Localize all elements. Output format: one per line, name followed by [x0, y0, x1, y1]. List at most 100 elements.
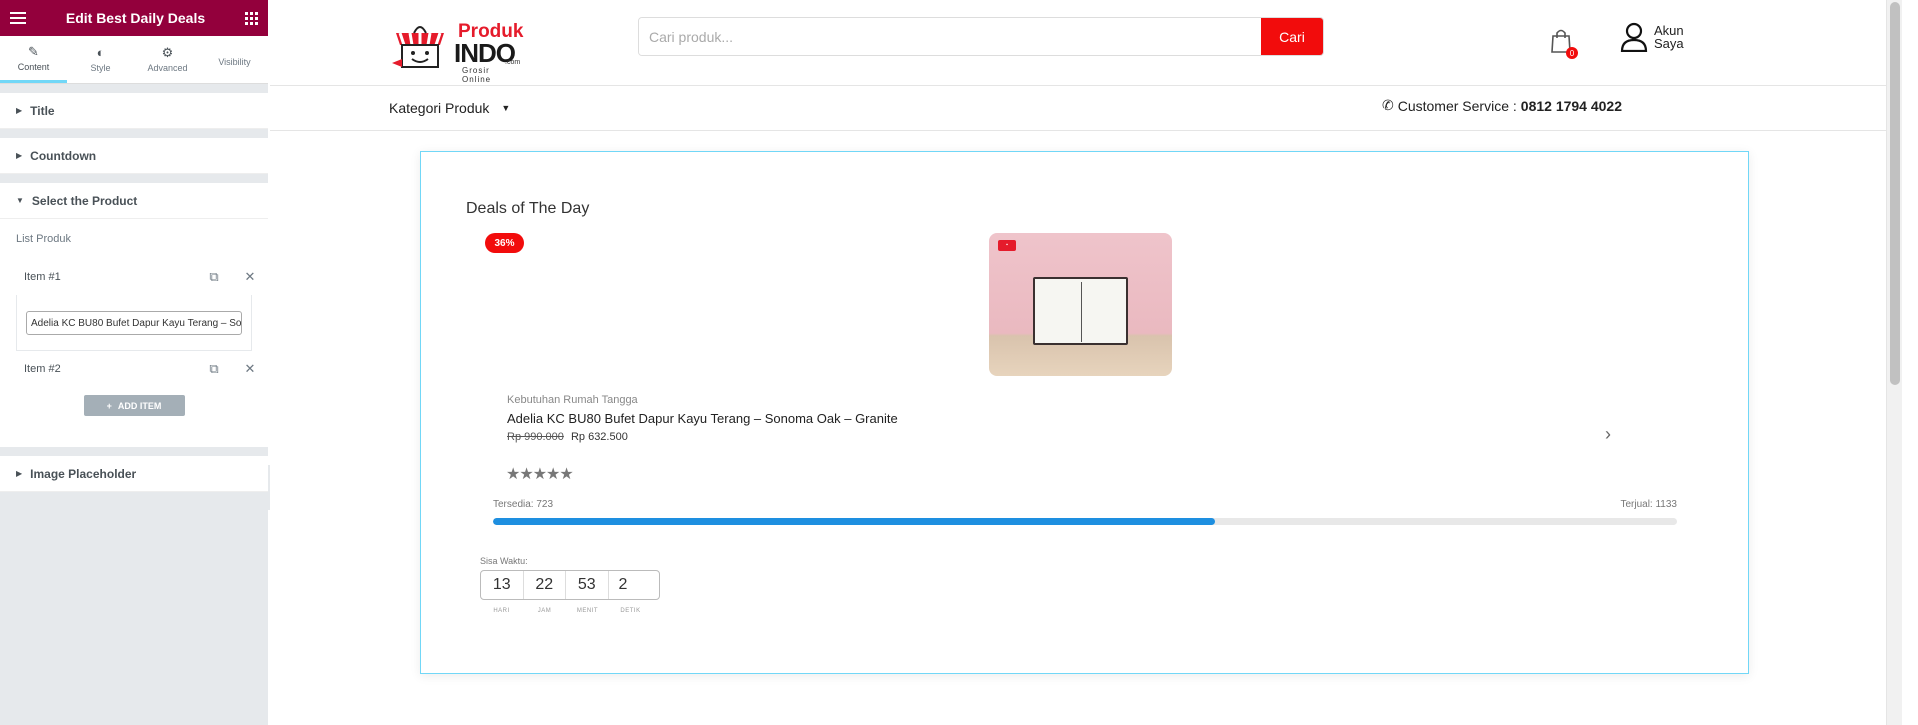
star-icon: ★	[559, 466, 573, 483]
section-label: Countdown	[30, 148, 97, 163]
item-label: Item #2	[24, 363, 61, 375]
old-price: Rp 990.000	[507, 431, 564, 443]
add-item-button[interactable]: + ADD ITEM	[83, 395, 185, 416]
star-icon: ★	[506, 466, 520, 483]
widgets-grid-icon[interactable]	[245, 11, 258, 25]
tab-style[interactable]: ◐ Style	[67, 36, 134, 83]
cs-number[interactable]: 0812 1794 4022	[1521, 98, 1622, 114]
customer-service: ✆ Customer Service : 0812 1794 4022	[1382, 97, 1622, 114]
tab-advanced[interactable]: ⚙ Advanced	[134, 36, 201, 83]
tab-visibility[interactable]: Visibility	[201, 36, 268, 83]
caret-down-icon: ▼	[501, 103, 511, 113]
countdown-timer: 13 22 53 2	[480, 570, 660, 600]
timer-seconds: 2	[618, 576, 628, 593]
duplicate-icon[interactable]: ⧉	[196, 361, 232, 377]
tab-label: Visibility	[218, 56, 251, 67]
new-price: Rp 632.500	[570, 431, 628, 443]
sold-progress-bar	[493, 518, 1677, 525]
tab-label: Advanced	[147, 63, 188, 73]
product-image[interactable]: ▪	[989, 233, 1172, 376]
timer-days: 13	[481, 571, 524, 599]
tab-label: Style	[90, 63, 111, 73]
section-image-placeholder[interactable]: ▶ Image Placeholder	[0, 456, 268, 492]
repeater-item-2[interactable]: Item #2 ⧉ ✕	[0, 351, 268, 387]
deals-title: Deals of The Day	[466, 200, 590, 217]
search-button[interactable]: Cari	[1261, 18, 1323, 55]
account-label-line2: Saya	[1654, 36, 1684, 51]
repeater-item-1[interactable]: Item #1 ⧉ ✕	[0, 259, 268, 295]
stock-label: Tersedia:	[493, 499, 534, 510]
star-icon: ★	[546, 466, 560, 483]
product-select[interactable]: Adelia KC BU80 Bufet Dapur Kayu Terang –…	[26, 311, 242, 335]
product-category[interactable]: Kebutuhan Rumah Tangga	[507, 394, 638, 406]
phone-icon: ✆	[1382, 97, 1394, 113]
panel-title: Edit Best Daily Deals	[65, 10, 206, 26]
search-bar: Cari	[638, 17, 1324, 56]
product-name[interactable]: Adelia KC BU80 Bufet Dapur Kayu Terang –…	[507, 411, 898, 426]
sold-progress-fill	[493, 518, 1216, 525]
section-title[interactable]: ▶ Title	[0, 93, 268, 129]
product-price: Rp 990.000 Rp 632.500	[507, 431, 628, 443]
deals-widget[interactable]: Deals of The Day 36% ▪ Kebutuhan Rumah T…	[420, 151, 1749, 674]
stock-value: 723	[536, 499, 554, 510]
section-countdown[interactable]: ▶ Countdown	[0, 138, 268, 174]
timer-unit-minutes: MENIT	[576, 608, 599, 614]
caret-down-icon: ▼	[16, 196, 24, 205]
sold-label: Terjual:	[1620, 499, 1653, 510]
caret-right-icon: ▶	[16, 469, 23, 478]
star-icon: ★	[519, 466, 533, 483]
site-preview: Produk INDO .com Grosir Online Cari 0 Ak…	[270, 0, 1902, 725]
timer-unit-hours: JAM	[537, 608, 552, 614]
star-icon: ★	[532, 466, 547, 483]
site-logo[interactable]: Produk INDO .com Grosir Online	[390, 15, 523, 84]
duplicate-icon[interactable]: ⧉	[196, 269, 232, 285]
tab-label: Content	[17, 61, 50, 72]
item-label: Item #1	[24, 271, 61, 283]
site-header: Produk INDO .com Grosir Online Cari 0 Ak…	[270, 0, 1902, 86]
menu-icon[interactable]	[10, 12, 26, 24]
editor-panel: Edit Best Daily Deals ✎ Content ◐ Style …	[0, 0, 268, 725]
half-circle-icon: ◐	[96, 45, 105, 60]
logo-suffix: .com	[505, 59, 521, 66]
timer-label: Sisa Waktu:	[480, 556, 528, 566]
repeater-item-1-body: Adelia KC BU80 Bufet Dapur Kayu Terang –…	[16, 295, 252, 351]
section-select-product: ▼ Select the Product List Produk Item #1…	[0, 183, 268, 447]
shop-mascot-icon	[392, 26, 444, 68]
timer-minutes: 53	[566, 571, 609, 599]
page-scrollbar[interactable]	[1886, 0, 1902, 725]
list-label: List Produk	[16, 233, 72, 245]
section-label: Image Placeholder	[30, 466, 137, 481]
cs-label: Customer Service :	[1397, 97, 1517, 114]
pencil-icon: ✎	[28, 43, 39, 59]
cart-count-badge: 0	[1566, 47, 1578, 59]
user-icon	[1620, 22, 1648, 52]
panel-tabs: ✎ Content ◐ Style ⚙ Advanced Visibility	[0, 36, 268, 84]
rating-stars: ★ ★ ★ ★ ★	[506, 464, 574, 484]
timer-unit-days: HARI	[493, 608, 510, 614]
product-select-value: Adelia KC BU80 Bufet Dapur Kayu Terang –…	[31, 317, 242, 329]
cart-button[interactable]: 0	[1550, 28, 1578, 59]
section-select-product-header[interactable]: ▼ Select the Product	[0, 183, 268, 219]
close-icon[interactable]: ✕	[232, 269, 268, 285]
cabinet-illustration	[1033, 277, 1128, 345]
close-icon[interactable]: ✕	[232, 361, 268, 377]
site-navbar: Kategori Produk ▼ ✆ Customer Service : 0…	[270, 86, 1902, 131]
category-dropdown[interactable]: Kategori Produk ▼	[389, 100, 510, 116]
timer-unit-seconds: DETIK	[620, 608, 641, 614]
timer-hours: 22	[524, 571, 566, 599]
brand-mark-icon: ▪	[998, 240, 1016, 251]
plus-icon: +	[106, 400, 112, 411]
category-dropdown-label: Kategori Produk	[389, 100, 490, 116]
timer-units: HARI JAM MENIT DETIK	[480, 608, 652, 614]
search-input[interactable]	[639, 18, 1261, 55]
scrollbar-thumb[interactable]	[1890, 2, 1900, 385]
discount-badge: 36%	[485, 233, 524, 253]
account-link[interactable]: Akun Saya	[1620, 22, 1684, 52]
caret-right-icon: ▶	[16, 151, 23, 160]
caret-right-icon: ▶	[16, 106, 23, 115]
next-arrow-icon[interactable]: ›	[1605, 424, 1611, 445]
tab-content[interactable]: ✎ Content	[0, 36, 67, 83]
section-label: Title	[30, 103, 55, 118]
gear-icon: ⚙	[161, 45, 174, 60]
sold-value: 1133	[1655, 499, 1677, 510]
